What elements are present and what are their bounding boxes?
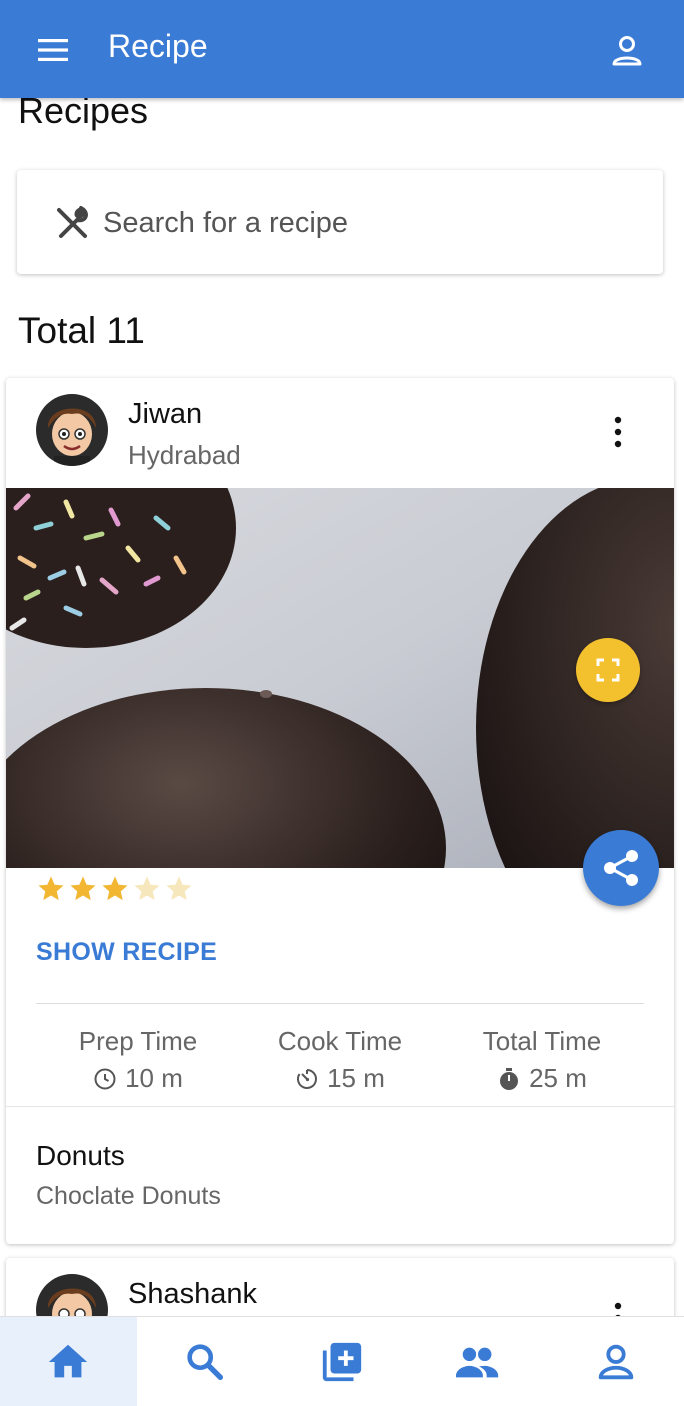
search-icon <box>187 1343 224 1380</box>
star-filled-icon[interactable] <box>36 874 66 904</box>
fullscreen-button[interactable] <box>576 638 640 702</box>
card-username: Jiwan <box>128 398 203 430</box>
cook-time-label: Cook Time <box>277 1026 403 1056</box>
recipe-title: Donuts <box>36 1140 125 1171</box>
card-location: Hydrabad <box>128 440 241 470</box>
star-filled-icon[interactable] <box>100 874 130 904</box>
card-username: Shashank <box>128 1278 257 1310</box>
show-recipe-button[interactable]: SHOW RECIPE <box>36 938 217 967</box>
rating-stars[interactable] <box>36 874 196 904</box>
divider <box>36 1003 644 1004</box>
account-icon[interactable] <box>608 32 646 70</box>
nav-search[interactable] <box>137 1317 274 1406</box>
star-empty-icon[interactable] <box>164 874 194 904</box>
search-box[interactable] <box>17 170 663 274</box>
prep-time-label: Prep Time <box>78 1026 198 1056</box>
add-box-icon <box>322 1342 362 1381</box>
app-title: Recipe <box>108 28 208 64</box>
bottom-navigation <box>0 1316 684 1406</box>
clock-icon <box>94 1068 116 1089</box>
nav-people[interactable] <box>410 1317 547 1406</box>
timer-icon <box>297 1068 318 1089</box>
people-icon <box>455 1347 498 1377</box>
utensils-icon <box>57 206 88 238</box>
total-time-label: Total Time <box>482 1026 602 1056</box>
menu-icon[interactable] <box>36 36 70 64</box>
account-icon <box>598 1344 633 1379</box>
cook-time: Cook Time 15 m <box>240 1026 440 1094</box>
total-time: Total Time 25 m <box>442 1026 642 1094</box>
nav-account[interactable] <box>547 1317 684 1406</box>
search-input[interactable] <box>103 198 643 248</box>
star-filled-icon[interactable] <box>68 874 98 904</box>
divider <box>6 1106 674 1107</box>
app-bar: Recipe <box>0 0 684 98</box>
more-vert-icon[interactable] <box>604 412 632 452</box>
share-icon <box>604 850 638 886</box>
recipe-description: Choclate Donuts <box>36 1182 221 1210</box>
fullscreen-icon <box>596 658 620 682</box>
cook-time-value: 15 m <box>327 1063 385 1093</box>
avatar <box>36 394 108 466</box>
total-time-value: 25 m <box>529 1063 587 1093</box>
star-empty-icon[interactable] <box>132 874 162 904</box>
prep-time: Prep Time 10 m <box>38 1026 238 1094</box>
stopwatch-icon <box>500 1067 519 1090</box>
prep-time-value: 10 m <box>125 1063 183 1093</box>
home-icon <box>49 1344 88 1377</box>
nav-add-recipe[interactable] <box>274 1317 411 1406</box>
total-count: Total 11 <box>18 310 145 351</box>
share-button[interactable] <box>583 830 659 906</box>
recipe-image[interactable] <box>6 488 674 868</box>
nav-home[interactable] <box>0 1317 137 1406</box>
recipe-card[interactable]: Jiwan Hydrabad SHOW RECIPE Prep Time 10 … <box>6 378 674 1244</box>
